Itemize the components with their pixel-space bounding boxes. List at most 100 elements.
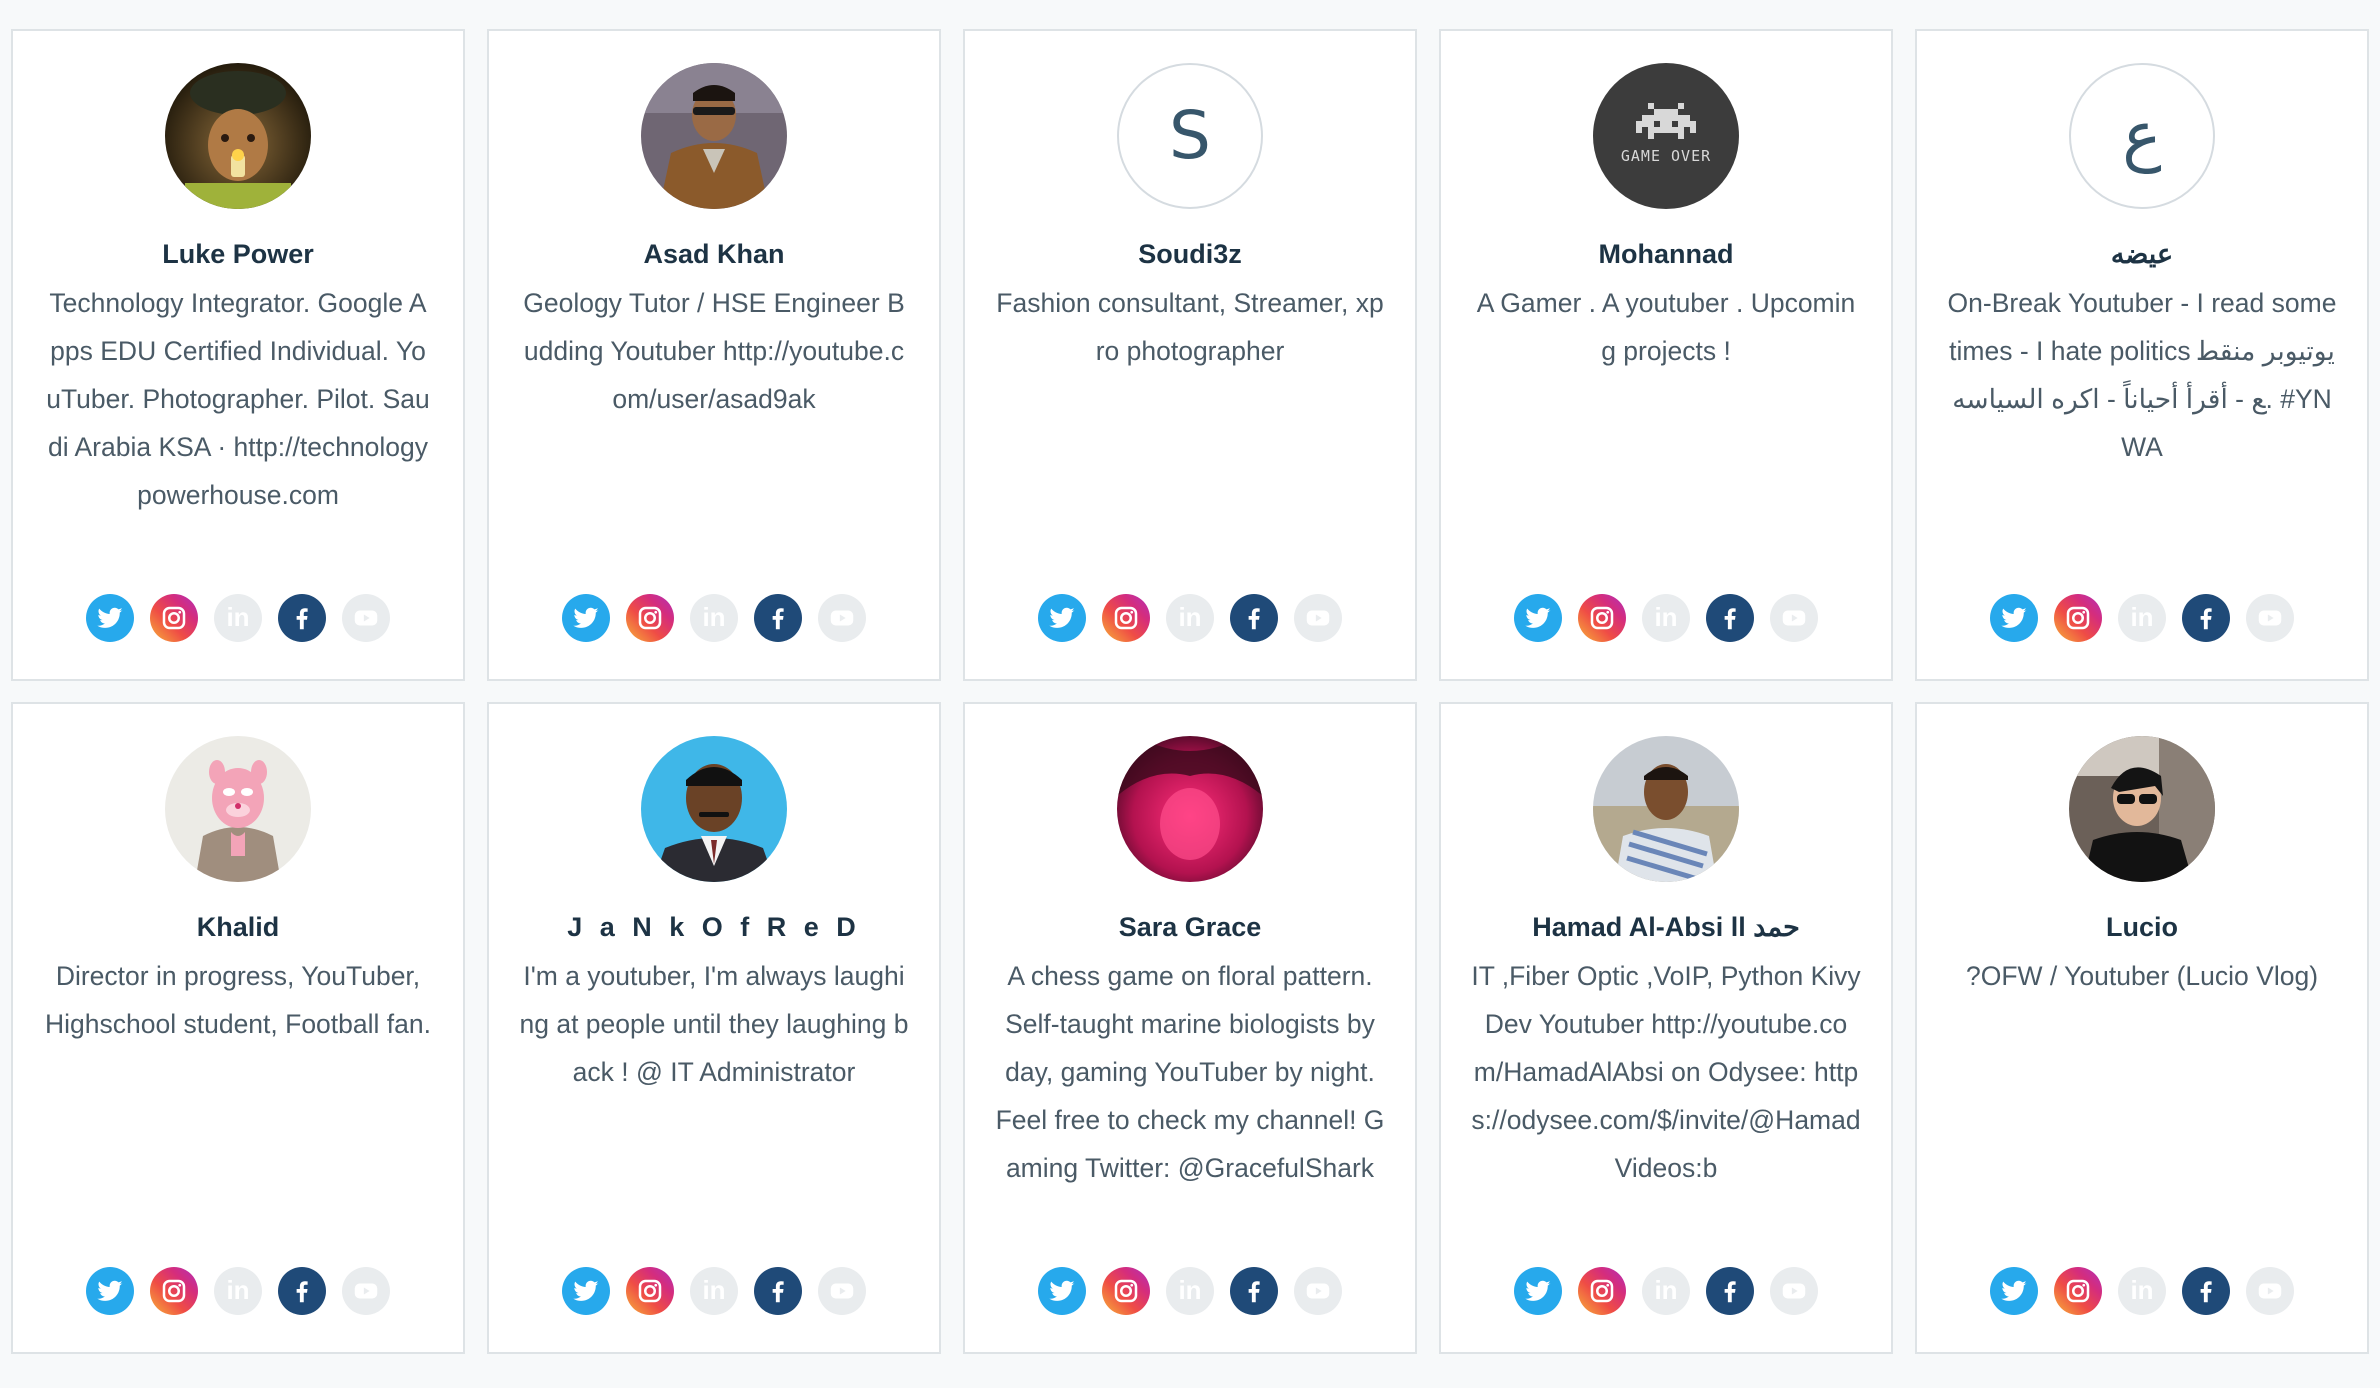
twitter-icon[interactable]: [562, 1267, 610, 1315]
avatar[interactable]: [165, 736, 311, 882]
instagram-icon[interactable]: [150, 594, 198, 642]
linkedin-text: in: [702, 1275, 726, 1305]
twitter-icon[interactable]: [1038, 594, 1086, 642]
creator-card[interactable]: Lucio ?OFW / Youtuber (Lucio Vlog) in: [1915, 702, 2369, 1354]
creator-name[interactable]: Khalid: [23, 912, 453, 943]
linkedin-text: in: [1654, 602, 1678, 632]
creator-name[interactable]: عيضه: [1927, 239, 2357, 270]
youtube-icon[interactable]: [1294, 594, 1342, 642]
linkedin-text: in: [1178, 602, 1202, 632]
creator-bio: ?OFW / Youtuber (Lucio Vlog): [1965, 961, 2319, 991]
linkedin-icon[interactable]: in: [214, 594, 262, 642]
instagram-icon[interactable]: [2054, 594, 2102, 642]
youtube-icon[interactable]: [2246, 594, 2294, 642]
creator-grid: Luke Power Technology Integrator. Google …: [11, 29, 2369, 1354]
youtube-icon[interactable]: [818, 1267, 866, 1315]
instagram-icon[interactable]: [626, 594, 674, 642]
instagram-icon[interactable]: [2054, 1267, 2102, 1315]
social-links: in: [13, 594, 463, 642]
avatar-letter: S: [1169, 97, 1211, 174]
avatar[interactable]: [2069, 736, 2215, 882]
svg-text:GAME OVER: GAME OVER: [1621, 147, 1711, 165]
creator-card[interactable]: GAME OVER Mohannad A Gamer . A youtuber . …: [1439, 29, 1893, 681]
facebook-icon[interactable]: [754, 1267, 802, 1315]
linkedin-text: in: [226, 1275, 250, 1305]
creator-card[interactable]: Sara Grace A chess game on floral pattern…: [963, 702, 1417, 1354]
social-links: in: [1441, 594, 1891, 642]
linkedin-icon[interactable]: in: [1166, 594, 1214, 642]
twitter-icon[interactable]: [86, 594, 134, 642]
linkedin-icon[interactable]: in: [690, 594, 738, 642]
linkedin-text: in: [1178, 1275, 1202, 1305]
facebook-icon[interactable]: [278, 1267, 326, 1315]
facebook-icon[interactable]: [1706, 1267, 1754, 1315]
creator-card[interactable]: ع عيضه On-Break Youtuber - I read sometime…: [1915, 29, 2369, 681]
facebook-icon[interactable]: [1230, 594, 1278, 642]
youtube-icon[interactable]: [1770, 1267, 1818, 1315]
facebook-icon[interactable]: [1230, 1267, 1278, 1315]
linkedin-text: in: [2130, 602, 2154, 632]
instagram-icon[interactable]: [1578, 594, 1626, 642]
avatar[interactable]: [641, 736, 787, 882]
youtube-icon[interactable]: [1770, 594, 1818, 642]
creator-name[interactable]: Soudi3z: [975, 239, 1405, 270]
linkedin-icon[interactable]: in: [1642, 594, 1690, 642]
facebook-icon[interactable]: [1706, 594, 1754, 642]
facebook-icon[interactable]: [2182, 594, 2230, 642]
creator-card[interactable]: J a N k O f R e D I'm a youtuber, I'm alw…: [487, 702, 941, 1354]
social-links: in: [965, 594, 1415, 642]
creator-bio: A Gamer . A youtuber . Upcoming projects…: [1476, 288, 1856, 366]
linkedin-icon[interactable]: in: [2118, 1267, 2166, 1315]
youtube-icon[interactable]: [342, 1267, 390, 1315]
creator-name[interactable]: Sara Grace: [975, 912, 1405, 943]
social-links: in: [965, 1267, 1415, 1315]
instagram-icon[interactable]: [1102, 1267, 1150, 1315]
creator-name[interactable]: Mohannad: [1451, 239, 1881, 270]
creator-card[interactable]: Hamad Al-Absi ll حمد IT ,Fiber Optic ,VoI…: [1439, 702, 1893, 1354]
twitter-icon[interactable]: [86, 1267, 134, 1315]
creator-card[interactable]: Khalid Director in progress, YouTuber, Hi…: [11, 702, 465, 1354]
creator-name[interactable]: Lucio: [1927, 912, 2357, 943]
creator-name[interactable]: Hamad Al-Absi ll حمد: [1451, 912, 1881, 943]
creator-bio: Fashion consultant, Streamer, xpro photo…: [996, 288, 1384, 366]
avatar[interactable]: [165, 63, 311, 209]
social-links: in: [489, 594, 939, 642]
avatar[interactable]: [1117, 736, 1263, 882]
twitter-icon[interactable]: [1514, 1267, 1562, 1315]
linkedin-icon[interactable]: in: [214, 1267, 262, 1315]
avatar[interactable]: GAME OVER: [1593, 63, 1739, 209]
creator-name[interactable]: Luke Power: [23, 239, 453, 270]
facebook-icon[interactable]: [2182, 1267, 2230, 1315]
linkedin-icon[interactable]: in: [1642, 1267, 1690, 1315]
youtube-icon[interactable]: [2246, 1267, 2294, 1315]
creator-name[interactable]: J a N k O f R e D: [499, 912, 929, 943]
creator-card[interactable]: S Soudi3z Fashion consultant, Streamer, xp…: [963, 29, 1417, 681]
avatar[interactable]: ع: [2069, 63, 2215, 209]
twitter-icon[interactable]: [562, 594, 610, 642]
avatar[interactable]: S: [1117, 63, 1263, 209]
creator-bio: I'm a youtuber, I'm always laughing at p…: [519, 961, 909, 1087]
instagram-icon[interactable]: [626, 1267, 674, 1315]
linkedin-icon[interactable]: in: [2118, 594, 2166, 642]
linkedin-icon[interactable]: in: [1166, 1267, 1214, 1315]
twitter-icon[interactable]: [1514, 594, 1562, 642]
social-links: in: [1441, 1267, 1891, 1315]
twitter-icon[interactable]: [1990, 1267, 2038, 1315]
youtube-icon[interactable]: [342, 594, 390, 642]
social-links: in: [489, 1267, 939, 1315]
instagram-icon[interactable]: [1102, 594, 1150, 642]
linkedin-icon[interactable]: in: [690, 1267, 738, 1315]
facebook-icon[interactable]: [754, 594, 802, 642]
instagram-icon[interactable]: [1578, 1267, 1626, 1315]
twitter-icon[interactable]: [1990, 594, 2038, 642]
creator-card[interactable]: Luke Power Technology Integrator. Google …: [11, 29, 465, 681]
youtube-icon[interactable]: [818, 594, 866, 642]
avatar[interactable]: [1593, 736, 1739, 882]
avatar[interactable]: [641, 63, 787, 209]
twitter-icon[interactable]: [1038, 1267, 1086, 1315]
facebook-icon[interactable]: [278, 594, 326, 642]
instagram-icon[interactable]: [150, 1267, 198, 1315]
creator-name[interactable]: Asad Khan: [499, 239, 929, 270]
youtube-icon[interactable]: [1294, 1267, 1342, 1315]
creator-card[interactable]: Asad Khan Geology Tutor / HSE Engineer Bu…: [487, 29, 941, 681]
